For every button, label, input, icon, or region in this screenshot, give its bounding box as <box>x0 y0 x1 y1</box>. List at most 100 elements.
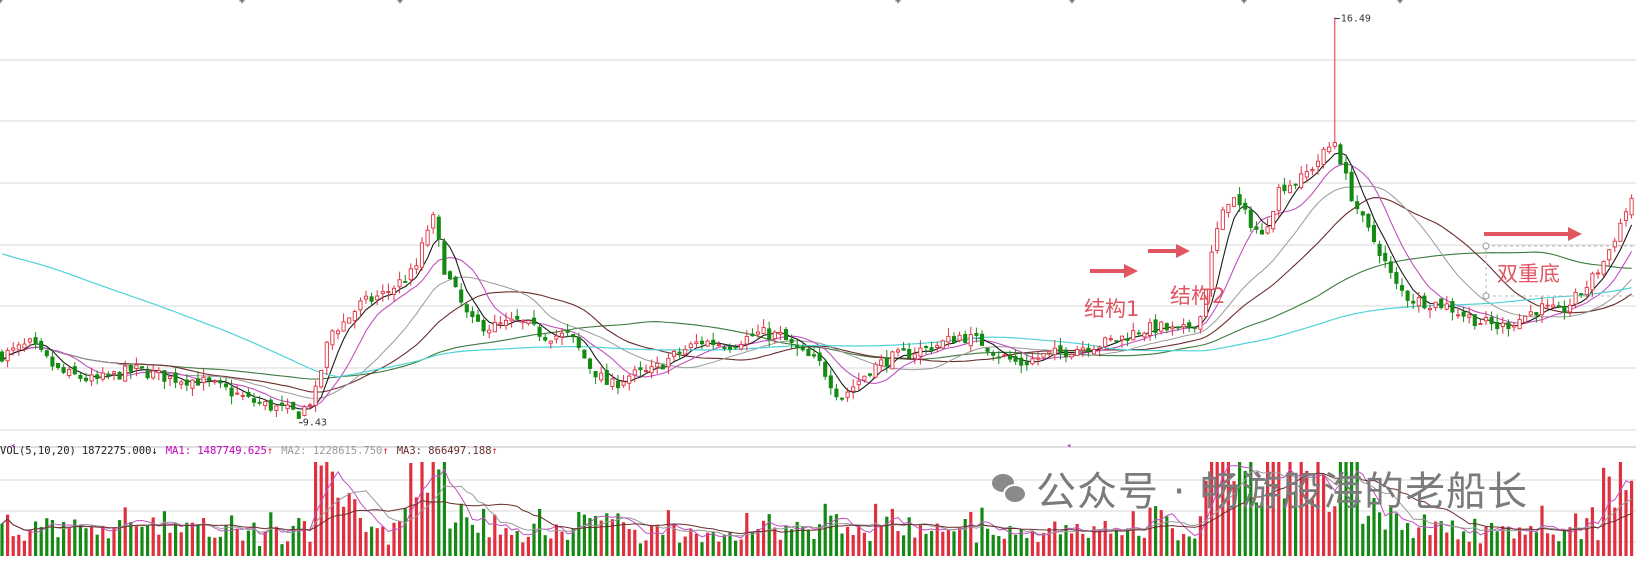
volume-bar <box>1086 537 1090 556</box>
candle-body <box>632 369 637 376</box>
candle-body <box>1041 353 1046 358</box>
candle-body <box>1287 184 1293 194</box>
candle-body <box>1573 291 1578 305</box>
candle-body <box>89 374 94 382</box>
volume-bar <box>22 540 26 556</box>
candle-body <box>218 380 223 384</box>
volume-bar <box>11 536 15 556</box>
candle-body <box>453 276 458 288</box>
candle-body <box>83 377 89 382</box>
volume-bar <box>622 522 626 556</box>
volume-bar <box>1473 518 1477 556</box>
volume-bar <box>1523 534 1527 556</box>
volume-bar <box>302 521 306 556</box>
candle-body <box>1220 209 1225 230</box>
candle-body <box>929 347 934 352</box>
candle-body <box>123 365 128 382</box>
candle-body <box>179 381 184 385</box>
candle-body <box>1097 346 1102 349</box>
candle-body <box>1080 347 1085 351</box>
volume-bar <box>812 539 816 556</box>
candle-body <box>313 385 318 406</box>
candle-body <box>39 340 44 350</box>
candle-body <box>324 341 329 368</box>
candle-body <box>907 348 912 359</box>
volume-bar <box>890 508 894 556</box>
box-handle <box>1482 292 1490 300</box>
candle-body <box>1215 228 1220 251</box>
candle-body <box>134 364 139 370</box>
candle-body <box>436 216 441 240</box>
candle-body <box>380 291 385 294</box>
volume-bar <box>207 536 211 556</box>
arrow-structure-1-head <box>1124 264 1138 278</box>
volume-bar <box>370 526 374 556</box>
volume-bar <box>515 531 519 556</box>
volume-bar <box>0 523 4 556</box>
candle-body <box>117 371 122 380</box>
candle-body <box>55 363 61 369</box>
candle-body <box>257 401 262 404</box>
volume-bar <box>196 524 200 556</box>
candle-body <box>778 332 783 335</box>
volume-bar <box>34 521 38 556</box>
volume-bar <box>347 492 351 556</box>
candle-body <box>834 388 839 398</box>
scroll-marker: ◂ <box>1066 441 1071 451</box>
candle-body <box>699 340 705 345</box>
candle-body <box>1091 349 1097 355</box>
candle-body <box>666 357 671 368</box>
volume-bar <box>784 525 788 556</box>
candle-body <box>190 379 195 389</box>
box-handle <box>1482 242 1490 250</box>
candle-body <box>139 366 145 369</box>
volume-bar <box>1176 540 1180 556</box>
candle-body <box>302 406 307 416</box>
candle-body <box>946 335 951 343</box>
candle-body <box>599 372 604 381</box>
volume-bar <box>644 540 648 556</box>
candle-body <box>347 317 352 324</box>
volume-bar <box>1596 540 1600 556</box>
volume-bar <box>1574 513 1578 556</box>
candle-body <box>363 295 369 300</box>
volume-bar <box>862 532 866 556</box>
ma1-arrow: ↑ <box>267 445 273 457</box>
candle-body <box>739 344 744 350</box>
candle-body <box>1405 290 1410 301</box>
volume-bar <box>1585 518 1589 556</box>
candle-body <box>940 340 945 349</box>
volume-bar <box>146 525 150 556</box>
volume-bar <box>437 469 441 556</box>
candle-body <box>716 343 721 347</box>
candle-body <box>1063 349 1069 357</box>
candle-body <box>1551 304 1556 308</box>
candle-body <box>744 335 749 345</box>
candle-body <box>828 375 833 389</box>
volume-bar <box>1406 522 1410 556</box>
candle-body <box>1019 357 1024 366</box>
volume-bar <box>476 532 480 556</box>
volume-bar <box>504 528 508 556</box>
volume-bar <box>605 513 609 556</box>
candle-body <box>1175 326 1181 329</box>
volume-bar <box>364 531 368 556</box>
candle-body <box>901 348 906 351</box>
volume-bar <box>1361 523 1365 556</box>
volume-bar <box>414 497 418 556</box>
volume-bar <box>510 534 514 556</box>
candle-body <box>991 352 996 356</box>
candle-body <box>1136 332 1141 335</box>
candle-body <box>1299 173 1304 189</box>
candle-body <box>996 356 1001 359</box>
volume-bar <box>1618 462 1622 556</box>
candle-body <box>711 339 716 346</box>
candle-body <box>1455 314 1461 317</box>
ma1-value: MA1: 1487749.625 <box>166 445 267 457</box>
candle-body <box>1461 311 1466 317</box>
volume-bar <box>157 534 161 556</box>
volume-bar <box>694 533 698 556</box>
volume-bar <box>1518 527 1522 556</box>
volume-bar <box>1098 530 1102 556</box>
candle-body <box>1187 322 1192 329</box>
